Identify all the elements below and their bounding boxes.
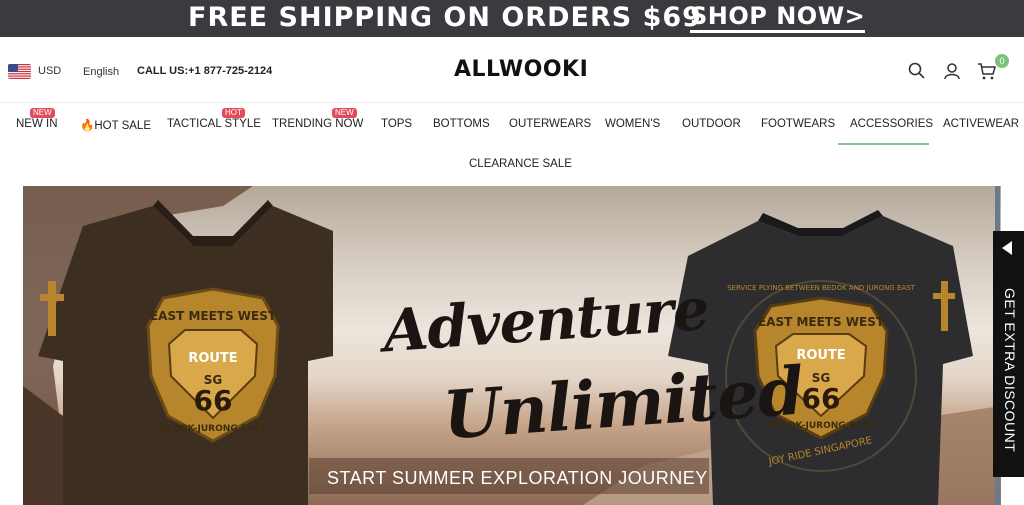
shop-now-link[interactable]: SHOP NOW> [690, 3, 866, 33]
left-east-meets-west: EAST MEETS WEST [150, 309, 277, 323]
nav-label: WOMEN'S [605, 118, 661, 130]
hot-badge: Hot [222, 108, 245, 118]
language-selector[interactable]: English [83, 66, 119, 78]
site-logo[interactable]: ALLWOOKI [454, 57, 588, 82]
nav-label: TOPS [381, 118, 413, 130]
left-route-text: ROUTE [188, 351, 237, 366]
contact-phone: CALL US:+1 877-725-2124 [137, 65, 273, 77]
nav-item-hot-sale[interactable]: 🔥HOT SALE [80, 118, 151, 132]
search-icon[interactable] [907, 61, 927, 81]
nav-label: BOTTOMS [433, 118, 490, 130]
nav-item-clearance-sale[interactable]: CLEARANCE SALE [469, 158, 572, 170]
right-route-text: ROUTE [796, 348, 845, 363]
hero-banner[interactable]: EAST MEETS WEST ROUTE SG 66 BEDOK-JURONG… [23, 186, 1001, 505]
nav-active-underline [838, 143, 929, 145]
user-icon[interactable] [942, 61, 962, 81]
promo-text: FREE SHIPPING ON ORDERS $69 [188, 2, 702, 33]
promo-bar: FREE SHIPPING ON ORDERS $69 SHOP NOW> [0, 0, 1024, 37]
nav-item-footwears[interactable]: FOOTWEARS [761, 118, 835, 130]
left-66-text: 66 [194, 384, 233, 417]
nav-label: TRENDING NOW [272, 118, 364, 130]
banner-subtitle: START SUMMER EXPLORATION JOURNEY [327, 468, 708, 488]
currency-selector[interactable]: USD [38, 65, 61, 77]
nav-label: OUTERWEARS [509, 118, 592, 130]
nav-label: 🔥HOT SALE [80, 120, 151, 132]
nav-item-outdoor[interactable]: OUTDOOR [682, 118, 741, 130]
nav-label: OUTDOOR [682, 118, 741, 130]
chevron-left-icon [1002, 241, 1012, 255]
nav-item-accessories[interactable]: ACCESSORIES [850, 118, 933, 130]
discount-tab-label: GET EXTRA DISCOUNT [1002, 288, 1018, 453]
nav-item-tactical-style[interactable]: Hot TACTICAL STYLE [167, 108, 261, 130]
left-bedok-text: BEDOK-JURONG EAST [159, 424, 267, 434]
right-service-text: SERVICE PLYING BETWEEN BEDOK AND JURONG … [727, 284, 916, 292]
nav-label: FOOTWEARS [761, 118, 836, 130]
right-66-text: 66 [802, 382, 841, 415]
cart-count-badge: 0 [995, 54, 1009, 68]
new-badge: New [332, 108, 357, 118]
nav-item-tops[interactable]: TOPS [381, 118, 412, 130]
left-tshirt-image: EAST MEETS WEST ROUTE SG 66 BEDOK-JURONG… [38, 200, 333, 505]
site-header: USD English CALL US:+1 877-725-2124 ALLW… [0, 37, 1024, 103]
nav-item-womens[interactable]: WOMEN'S [605, 118, 660, 130]
nav-item-outerwears[interactable]: OUTERWEARS [509, 118, 591, 130]
nav-label: ACTIVEWEAR [943, 118, 1020, 130]
main-nav: New NEW IN 🔥HOT SALE Hot TACTICAL STYLE … [0, 103, 1024, 186]
nav-item-trending-now[interactable]: New TRENDING NOW [272, 108, 364, 130]
us-flag-icon[interactable] [8, 64, 31, 79]
nav-item-new-in[interactable]: New NEW IN [16, 108, 58, 130]
right-east-meets-west: EAST MEETS WEST [758, 315, 885, 329]
get-extra-discount-tab[interactable]: GET EXTRA DISCOUNT [993, 231, 1024, 477]
new-badge: New [30, 108, 55, 118]
nav-item-activewear[interactable]: ACTIVEWEAR [943, 118, 1019, 130]
nav-item-bottoms[interactable]: BOTTOMS [433, 118, 490, 130]
cart-icon[interactable] [977, 61, 997, 81]
nav-label: TACTICAL STYLE [167, 118, 261, 130]
nav-label: NEW IN [16, 118, 58, 130]
nav-label: ACCESSORIES [850, 118, 934, 130]
